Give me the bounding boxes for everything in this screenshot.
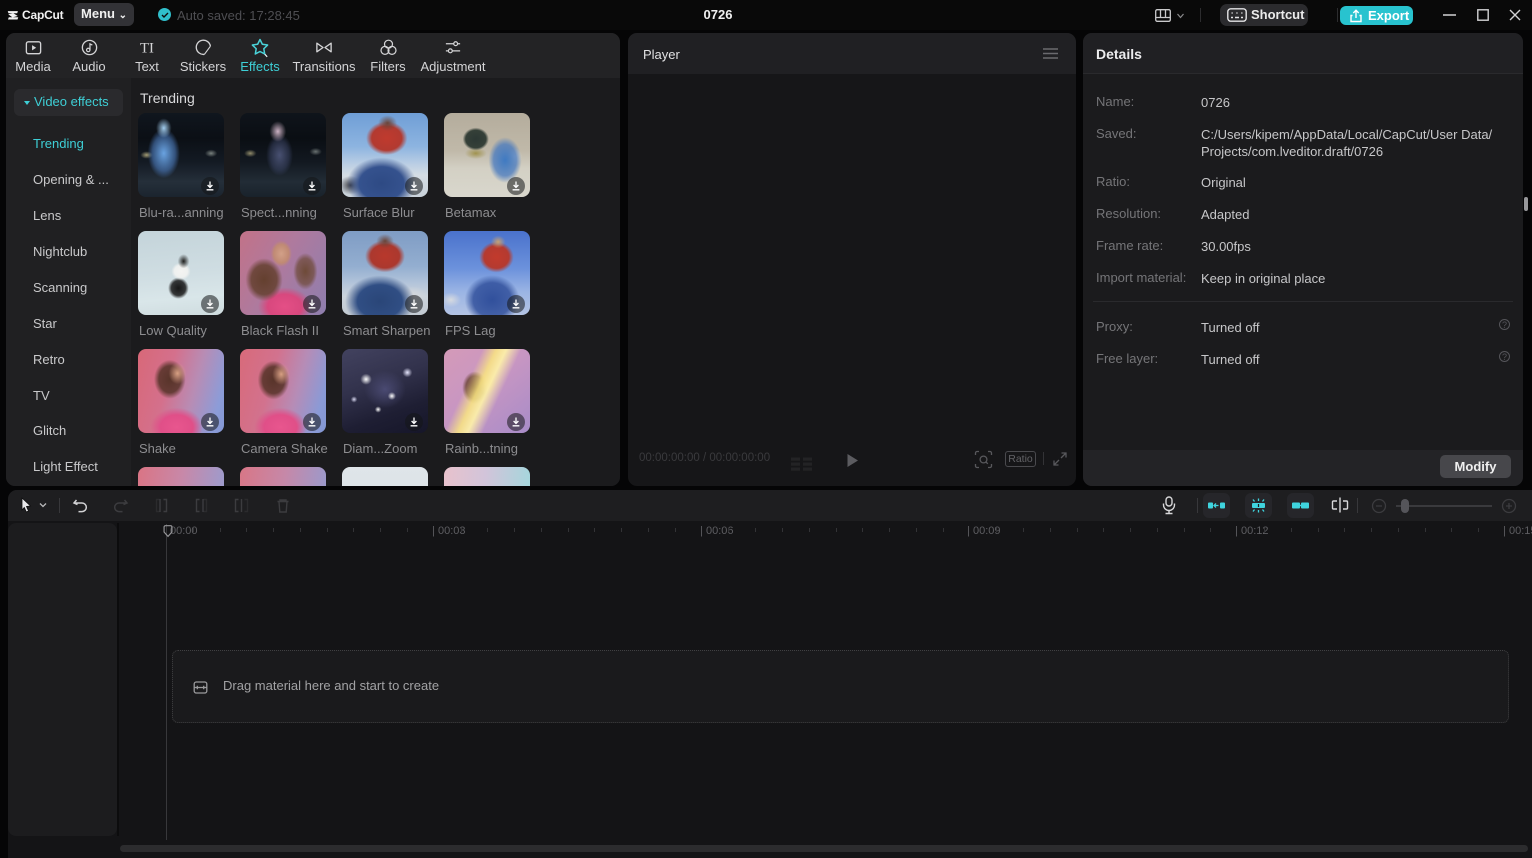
svg-text:TI: TI (140, 41, 154, 57)
